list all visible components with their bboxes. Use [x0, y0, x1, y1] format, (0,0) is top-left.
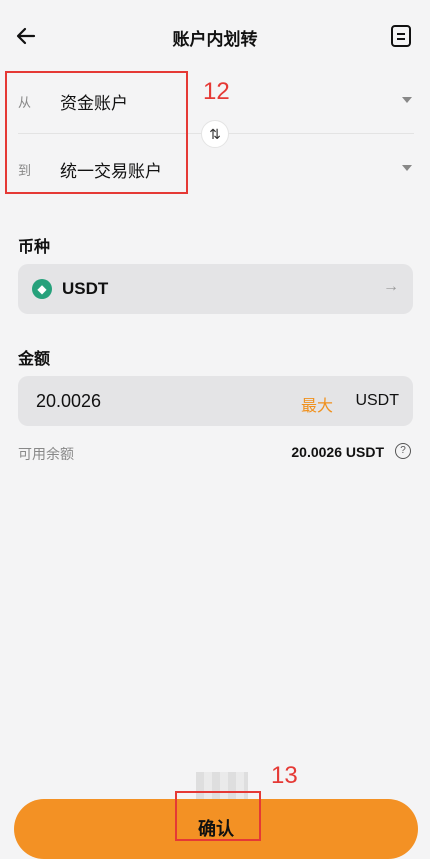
coin-select[interactable]: ◆ USDT → — [18, 264, 413, 314]
coin-name: USDT — [62, 279, 109, 298]
available-label: 可用余额 — [18, 446, 74, 462]
annotation-label: 13 — [271, 762, 298, 789]
amount-value: 20.0026 — [36, 391, 102, 411]
available-value: 20.0026 USDT — [291, 444, 384, 460]
amount-section-label: 金额 — [18, 351, 51, 368]
arrow-right-icon: → — [383, 278, 399, 295]
annotation-box — [175, 791, 261, 841]
help-icon[interactable]: ? — [395, 443, 411, 459]
record-icon[interactable] — [390, 24, 412, 48]
coin-section-label: 币种 — [18, 239, 51, 256]
header: 账户内划转 — [0, 0, 430, 72]
max-button[interactable]: 最大 — [301, 392, 333, 416]
annotation-label: 12 — [203, 78, 230, 105]
amount-input[interactable]: 20.0026 最大 USDT — [18, 376, 413, 426]
page-title: 账户内划转 — [172, 30, 258, 49]
amount-unit: USDT — [355, 392, 399, 409]
tether-icon: ◆ — [32, 279, 52, 299]
annotation-box — [5, 71, 188, 194]
caret-down-icon — [402, 97, 412, 103]
caret-down-icon — [402, 165, 412, 171]
